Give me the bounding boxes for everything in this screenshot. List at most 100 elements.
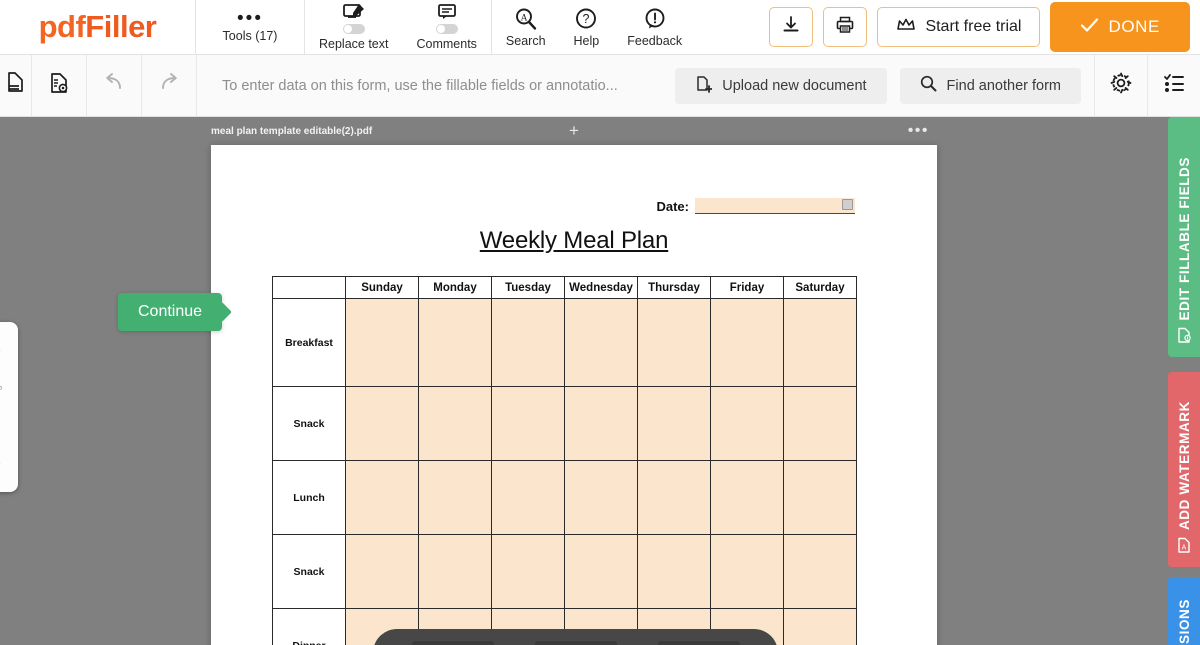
- bottom-floating-toolbar[interactable]: [373, 629, 778, 645]
- add-tab-button[interactable]: +: [569, 121, 579, 141]
- fillable-cell-breakfast-sunday[interactable]: [345, 298, 419, 387]
- tab-versions[interactable]: ERSIONS: [1168, 577, 1200, 645]
- settings-button[interactable]: [1095, 55, 1147, 117]
- undo-arrow-icon: [101, 72, 127, 99]
- toolbar-chip[interactable]: [411, 641, 494, 645]
- start-free-trial-button[interactable]: Start free trial: [877, 7, 1041, 47]
- document-tab-strip: meal plan template editable(2).pdf + •••: [211, 117, 937, 145]
- comments-label: Comments: [416, 37, 477, 51]
- tab-versions-label: ERSIONS: [1176, 599, 1192, 645]
- column-header-saturday: Saturday: [783, 276, 857, 299]
- fillable-cell-lunch-thursday[interactable]: [637, 460, 711, 535]
- fillable-cell-snack2-tuesday[interactable]: [491, 534, 565, 609]
- download-button[interactable]: [769, 7, 814, 47]
- search-icon: [920, 75, 937, 96]
- redo-button[interactable]: [142, 54, 197, 117]
- document-settings-button[interactable]: [32, 54, 87, 117]
- fillable-cell-lunch-monday[interactable]: [418, 460, 492, 535]
- check-icon: [1080, 17, 1099, 38]
- document-tab-filename[interactable]: meal plan template editable(2).pdf: [211, 126, 372, 137]
- continue-button[interactable]: Continue: [118, 293, 223, 331]
- document-workspace: − ▭ ⋮ + meal plan template editable(2).p…: [0, 117, 1200, 645]
- date-input-field[interactable]: [695, 198, 855, 214]
- calendar-icon[interactable]: [842, 199, 853, 210]
- replace-text-label: Replace text: [319, 37, 389, 51]
- left-floating-toolbar[interactable]: − ▭ ⋮ +: [0, 322, 18, 492]
- replace-text-icon: [342, 3, 365, 34]
- column-header-monday: Monday: [418, 276, 492, 299]
- fillable-cell-dinner-saturday[interactable]: [783, 608, 857, 645]
- fillable-cell-breakfast-thursday[interactable]: [637, 298, 711, 387]
- comments-toggle[interactable]: [435, 24, 458, 34]
- printer-icon: [835, 15, 855, 40]
- fillable-cell-breakfast-friday[interactable]: [710, 298, 784, 387]
- fillable-cell-snack1-thursday[interactable]: [637, 386, 711, 461]
- undo-button[interactable]: [87, 54, 142, 117]
- toolbar-chip[interactable]: [657, 641, 740, 645]
- toolbar-chip[interactable]: [534, 641, 617, 645]
- gear-icon: [1109, 71, 1133, 100]
- pdffiller-app: pdf Filler ••• Tools (17) Replace text C…: [0, 0, 1200, 645]
- fillable-cell-snack1-friday[interactable]: [710, 386, 784, 461]
- fillable-cell-snack1-sunday[interactable]: [345, 386, 419, 461]
- replace-text-toggle[interactable]: [342, 24, 365, 34]
- comments-button[interactable]: Comments: [402, 0, 490, 54]
- page-icon-button[interactable]: [0, 54, 32, 117]
- search-button[interactable]: A Search: [492, 0, 560, 54]
- fillable-cell-lunch-sunday[interactable]: [345, 460, 419, 535]
- column-header-tuesday: Tuesday: [491, 276, 565, 299]
- row-label-snack-1: Snack: [272, 386, 346, 461]
- table-header-row: Sunday Monday Tuesday Wednesday Thursday…: [272, 276, 857, 299]
- page-thumbnail-icon[interactable]: ▭: [0, 382, 2, 393]
- document-page: Date: Weekly Meal Plan Sunday Monday Tue…: [211, 145, 937, 645]
- fillable-cell-snack1-tuesday[interactable]: [491, 386, 565, 461]
- start-free-trial-label: Start free trial: [925, 18, 1022, 35]
- fillable-cell-lunch-tuesday[interactable]: [491, 460, 565, 535]
- find-another-form-button[interactable]: Find another form: [899, 67, 1081, 104]
- upload-new-document-button[interactable]: Upload new document: [675, 67, 887, 104]
- tab-add-watermark[interactable]: A ADD WATERMARK: [1168, 372, 1200, 567]
- tab-edit-fillable-fields-label: EDIT FILLABLE FIELDS: [1176, 156, 1192, 321]
- fillable-cell-lunch-saturday[interactable]: [783, 460, 857, 535]
- fillable-cell-lunch-friday[interactable]: [710, 460, 784, 535]
- header-actions: Start free trial DONE: [769, 0, 1200, 54]
- pdffiller-logo[interactable]: pdf Filler: [0, 0, 196, 54]
- download-icon: [781, 15, 801, 40]
- tools-label: Tools (17): [222, 28, 278, 43]
- fields-list-button[interactable]: [1148, 55, 1200, 117]
- fillable-cell-snack2-thursday[interactable]: [637, 534, 711, 609]
- fillable-cell-snack1-monday[interactable]: [418, 386, 492, 461]
- done-button[interactable]: DONE: [1050, 2, 1190, 52]
- tab-add-watermark-label: ADD WATERMARK: [1176, 400, 1192, 530]
- row-label-breakfast: Breakfast: [272, 298, 346, 387]
- zoom-minus-icon[interactable]: −: [0, 345, 1, 355]
- fillable-cell-breakfast-tuesday[interactable]: [491, 298, 565, 387]
- tab-more-options-button[interactable]: •••: [908, 123, 929, 139]
- print-button[interactable]: [823, 7, 868, 47]
- fillable-cell-breakfast-monday[interactable]: [418, 298, 492, 387]
- checklist-icon: [1162, 71, 1186, 100]
- help-button[interactable]: ? Help: [560, 0, 614, 54]
- fillable-fields-icon: [1176, 327, 1193, 349]
- fillable-cell-snack2-saturday[interactable]: [783, 534, 857, 609]
- grip-icon[interactable]: ⋮: [0, 421, 3, 432]
- tab-edit-fillable-fields[interactable]: EDIT FILLABLE FIELDS: [1168, 117, 1200, 357]
- column-header-thursday: Thursday: [637, 276, 711, 299]
- zoom-plus-icon[interactable]: +: [0, 459, 1, 469]
- fillable-cell-snack1-saturday[interactable]: [783, 386, 857, 461]
- fillable-cell-snack2-monday[interactable]: [418, 534, 492, 609]
- svg-text:A: A: [520, 13, 527, 23]
- fillable-cell-snack2-sunday[interactable]: [345, 534, 419, 609]
- fillable-cell-breakfast-wednesday[interactable]: [564, 298, 638, 387]
- fillable-cell-lunch-wednesday[interactable]: [564, 460, 638, 535]
- feedback-label: Feedback: [627, 33, 683, 48]
- fillable-cell-snack1-wednesday[interactable]: [564, 386, 638, 461]
- logo-text-pdf: pdf: [38, 9, 86, 44]
- tools-button[interactable]: ••• Tools (17): [196, 0, 304, 54]
- fillable-cell-breakfast-saturday[interactable]: [783, 298, 857, 387]
- replace-text-button[interactable]: Replace text: [305, 0, 402, 54]
- search-icon: A: [514, 7, 538, 31]
- fillable-cell-snack2-friday[interactable]: [710, 534, 784, 609]
- feedback-button[interactable]: Feedback: [613, 0, 696, 54]
- fillable-cell-snack2-wednesday[interactable]: [564, 534, 638, 609]
